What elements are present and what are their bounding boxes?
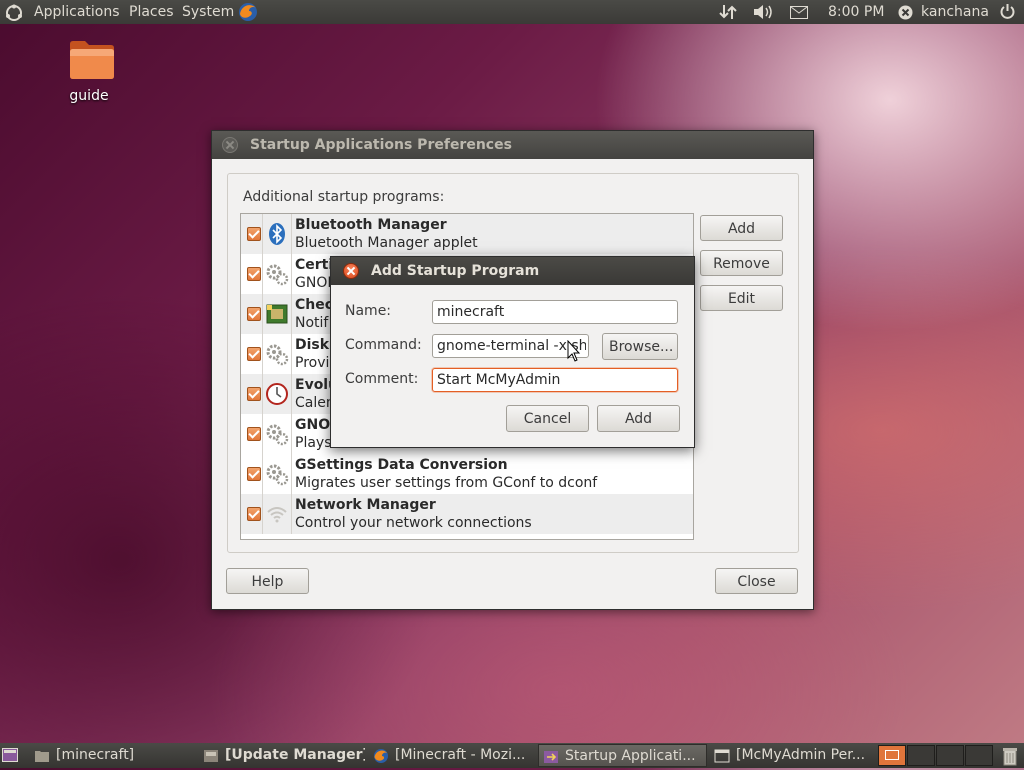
taskbar-item-label: [Minecraft - Mozi... bbox=[395, 747, 526, 763]
taskbar-item-update-manager[interactable]: [Update Manager] bbox=[199, 744, 365, 767]
add-program-button[interactable]: Add bbox=[700, 215, 783, 241]
mail-icon[interactable] bbox=[790, 6, 808, 30]
mouse-cursor-icon bbox=[567, 339, 581, 366]
bluetooth-icon bbox=[265, 222, 289, 246]
folder-icon bbox=[64, 38, 120, 84]
window-icon bbox=[714, 748, 730, 763]
startup-icon bbox=[543, 749, 559, 764]
program-name: GSettings Data Conversion bbox=[295, 457, 508, 473]
command-field[interactable] bbox=[432, 334, 589, 358]
enable-checkbox[interactable] bbox=[247, 347, 261, 361]
program-description: Control your network connections bbox=[295, 515, 532, 531]
comment-field[interactable] bbox=[432, 368, 678, 392]
ubuntu-logo-icon[interactable] bbox=[5, 4, 23, 21]
bottom-panel: [minecraft] [Update Manager] [Minecraft … bbox=[0, 743, 1024, 768]
edit-program-button[interactable]: Edit bbox=[700, 285, 783, 311]
user-status-icon[interactable] bbox=[898, 5, 913, 29]
program-description: Plays bbox=[295, 435, 332, 451]
enable-checkbox[interactable] bbox=[247, 307, 261, 321]
show-desktop-icon[interactable] bbox=[2, 748, 18, 766]
enable-checkbox[interactable] bbox=[247, 227, 261, 241]
program-description: Notif bbox=[295, 315, 329, 331]
package-icon bbox=[265, 302, 289, 326]
taskbar-item-label: [minecraft] bbox=[56, 747, 135, 763]
enable-checkbox[interactable] bbox=[247, 507, 261, 521]
window-close-icon[interactable] bbox=[222, 137, 238, 153]
program-row[interactable]: Bluetooth Manager Bluetooth Manager appl… bbox=[241, 214, 693, 254]
power-icon[interactable] bbox=[999, 3, 1016, 27]
enable-checkbox[interactable] bbox=[247, 467, 261, 481]
menu-applications[interactable]: Applications bbox=[34, 0, 120, 24]
command-label: Command: bbox=[345, 337, 422, 353]
help-button[interactable]: Help bbox=[226, 568, 309, 594]
cancel-button[interactable]: Cancel bbox=[506, 405, 589, 432]
gears-icon bbox=[265, 262, 289, 286]
window-titlebar[interactable]: Startup Applications Preferences bbox=[212, 131, 813, 159]
firefox-icon[interactable] bbox=[237, 1, 259, 25]
dialog-titlebar[interactable]: Add Startup Program bbox=[331, 257, 694, 285]
section-label: Additional startup programs: bbox=[243, 189, 445, 205]
program-name: Network Manager bbox=[295, 497, 436, 513]
program-description: Provi bbox=[295, 355, 330, 371]
folder-icon bbox=[34, 748, 50, 763]
add-button[interactable]: Add bbox=[597, 405, 680, 432]
remove-program-button[interactable]: Remove bbox=[700, 250, 783, 276]
taskbar-item-label: [McMyAdmin Per... bbox=[736, 747, 866, 763]
update-icon bbox=[203, 748, 219, 763]
program-description: Bluetooth Manager applet bbox=[295, 235, 478, 251]
enable-checkbox[interactable] bbox=[247, 387, 261, 401]
program-name: Certi bbox=[295, 257, 334, 273]
menu-places[interactable]: Places bbox=[129, 0, 174, 24]
program-name: Bluetooth Manager bbox=[295, 217, 447, 233]
browse-button[interactable]: Browse... bbox=[602, 333, 678, 360]
firefox-icon bbox=[373, 748, 389, 763]
wifi-icon bbox=[265, 502, 289, 526]
program-description: Calen bbox=[295, 395, 335, 411]
add-startup-program-dialog: Add Startup Program Name: Command: Brows… bbox=[330, 256, 695, 448]
clock[interactable]: 8:00 PM bbox=[828, 0, 884, 24]
taskbar-item-mcmyadmin[interactable]: [McMyAdmin Per... bbox=[710, 744, 876, 767]
gears-icon bbox=[265, 462, 289, 486]
program-row[interactable]: Network Manager Control your network con… bbox=[241, 494, 693, 534]
taskbar-item-firefox[interactable]: [Minecraft - Mozi... bbox=[369, 744, 535, 767]
dialog-close-icon[interactable] bbox=[343, 263, 359, 279]
gears-icon bbox=[265, 342, 289, 366]
dialog-title: Add Startup Program bbox=[371, 263, 540, 279]
workspace-switcher[interactable] bbox=[878, 745, 994, 766]
taskbar-item-label: [Update Manager] bbox=[225, 747, 365, 763]
window-title: Startup Applications Preferences bbox=[250, 137, 512, 153]
desktop-icon-label: guide bbox=[69, 88, 109, 104]
network-icon[interactable] bbox=[719, 4, 737, 28]
program-row[interactable]: GSettings Data Conversion Migrates user … bbox=[241, 454, 693, 494]
user-name[interactable]: kanchana bbox=[921, 0, 989, 24]
comment-label: Comment: bbox=[345, 371, 419, 387]
taskbar-item-label: Startup Applicati... bbox=[565, 748, 696, 764]
close-button[interactable]: Close bbox=[715, 568, 798, 594]
taskbar-item-minecraft[interactable]: [minecraft] bbox=[30, 744, 196, 767]
name-field[interactable] bbox=[432, 300, 678, 324]
program-name: Disk bbox=[295, 337, 330, 353]
name-label: Name: bbox=[345, 303, 392, 319]
volume-icon[interactable] bbox=[752, 4, 774, 28]
top-panel: Applications Places System 8:00 PM kanch… bbox=[0, 0, 1024, 24]
desktop-icon-guide[interactable]: guide bbox=[58, 38, 120, 104]
program-description: Migrates user settings from GConf to dco… bbox=[295, 475, 598, 491]
clock-icon bbox=[265, 382, 289, 406]
enable-checkbox[interactable] bbox=[247, 267, 261, 281]
menu-system[interactable]: System bbox=[182, 0, 234, 24]
enable-checkbox[interactable] bbox=[247, 427, 261, 441]
gears-icon bbox=[265, 422, 289, 446]
taskbar-item-startup-applications[interactable]: Startup Applicati... bbox=[538, 744, 707, 767]
trash-icon[interactable] bbox=[1001, 746, 1019, 770]
